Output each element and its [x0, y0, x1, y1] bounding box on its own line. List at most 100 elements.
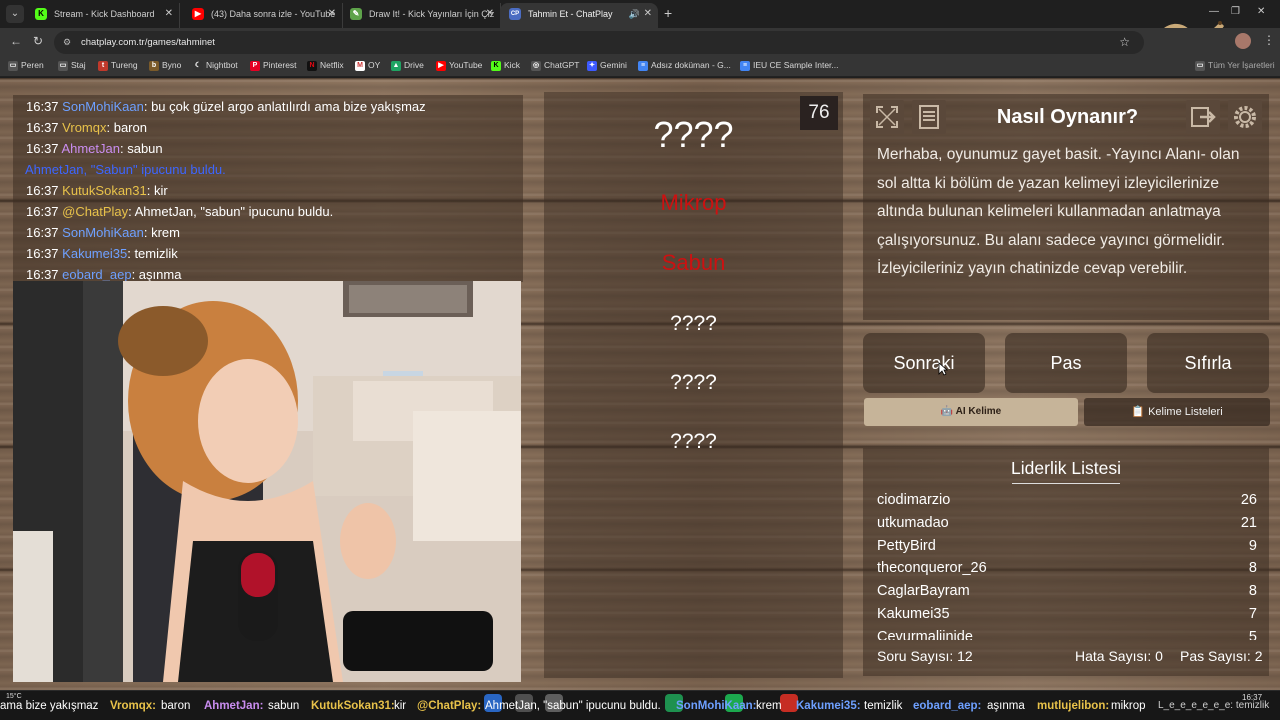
- bookmark-gemini[interactable]: ✦ Gemini: [587, 60, 627, 71]
- ticker-user: mutlujelibon:: [1037, 700, 1110, 712]
- bookmark-byno[interactable]: b Byno: [149, 60, 181, 71]
- bookmark-star-icon[interactable]: ☆: [1119, 31, 1130, 54]
- chat-message: 16:37 Kakumei35: temizlik: [26, 246, 178, 261]
- bookmark-youtube[interactable]: ▶ YouTube: [436, 60, 482, 71]
- profile-avatar[interactable]: [1235, 33, 1251, 49]
- bookmark-peren[interactable]: ▭ Peren: [8, 60, 44, 71]
- close-window-icon[interactable]: ✕: [1257, 6, 1265, 17]
- back-arrow-icon[interactable]: ←: [10, 34, 22, 48]
- hidden-clue-word: ????: [670, 430, 717, 453]
- leaderboard-row: ciodimarzio 26: [877, 492, 1257, 508]
- bookmark-chatgpt[interactable]: ◎ ChatGPT: [531, 60, 579, 71]
- close-icon[interactable]: ✕: [328, 3, 336, 25]
- docs-icon: ≡: [638, 61, 648, 71]
- mouse-cursor-icon: [938, 362, 948, 376]
- ticker-message: krem: [756, 700, 782, 712]
- netflix-icon: N: [307, 61, 317, 71]
- ticker-user: @ChatPlay:: [417, 700, 482, 712]
- ticker-message: aşınma: [987, 700, 1025, 712]
- chatgpt-icon: ◎: [531, 61, 541, 71]
- chat-feed: 16:37 SonMohiKaan: bu çok güzel argo anl…: [13, 95, 523, 283]
- tab-draw-it[interactable]: ✎ Draw It! - Kick Yayınları İçin Çiz ✕: [341, 3, 501, 28]
- kick-icon: K: [491, 61, 501, 71]
- chat-message: 16:37 KutukSokan31: kir: [26, 183, 168, 198]
- notes-icon[interactable]: [912, 100, 946, 134]
- tab-tahmin-et[interactable]: CP Tahmin Et - ChatPlay 🔊 ✕: [500, 3, 658, 28]
- site-info-icon[interactable]: ⚙: [63, 31, 71, 54]
- address-bar[interactable]: ⚙ chatplay.com.tr/games/tahminet ☆: [54, 31, 1144, 54]
- list-icon: 📋: [1131, 406, 1149, 418]
- chat-ticker: ama bize yakışmaz Vromqx: baron AhmetJan…: [0, 697, 1280, 717]
- bookmark-drive[interactable]: ▲ Drive: [391, 60, 424, 71]
- word-lists-tab[interactable]: 📋 Kelime Listeleri: [1084, 398, 1270, 426]
- kick-icon: K: [35, 8, 47, 20]
- ticker-message: mikrop: [1111, 700, 1146, 712]
- bookmark-pinterest[interactable]: P Pinterest: [250, 60, 297, 71]
- pass-button[interactable]: Pas: [1005, 333, 1127, 393]
- leaderboard-list[interactable]: ciodimarzio 26 utkumadao 21 PettyBird 9 the…: [863, 490, 1269, 640]
- bookmark-tureng[interactable]: t Tureng: [98, 60, 138, 71]
- minimize-icon[interactable]: —: [1209, 6, 1219, 17]
- divider: [1012, 483, 1120, 484]
- ticker-message: sabun: [268, 700, 300, 712]
- bookmark-ieu-ce[interactable]: ≡ IEU CE Sample Inter...: [740, 60, 839, 71]
- chat-message: 16:37 SonMohiKaan: krem: [26, 225, 180, 240]
- bookmark-kick[interactable]: K Kick: [491, 60, 520, 71]
- system-clock[interactable]: 16:37: [1242, 692, 1262, 703]
- fullscreen-icon[interactable]: [870, 100, 904, 134]
- speaker-icon[interactable]: 🔊: [629, 3, 640, 25]
- ticker-user: Vromqx:: [110, 700, 157, 712]
- ticker-message: kir: [394, 700, 407, 712]
- browser-toolbar: ← ↻ ⚙ chatplay.com.tr/games/tahminet ☆ ⋮: [0, 28, 1280, 57]
- bookmark-netflix[interactable]: N Netflix: [307, 60, 344, 71]
- drive-icon: ▲: [391, 61, 401, 71]
- leaderboard-row: utkumadao 21: [877, 515, 1257, 531]
- pass-count: Pas Sayısı: 2: [1180, 648, 1263, 664]
- exit-icon[interactable]: [1186, 100, 1220, 134]
- hidden-clue-word: ????: [670, 371, 717, 394]
- leaderboard-row: theconqueror_26 8: [877, 560, 1257, 576]
- bookmark-nightbot[interactable]: ☾ Nightbot: [193, 60, 238, 71]
- how-to-play-title: Nasıl Oynanır?: [996, 106, 1139, 128]
- youtube-icon: ▶: [192, 8, 204, 20]
- ticker-user: Kakumei35:: [796, 700, 861, 712]
- ai-word-tab[interactable]: 🤖 AI Kelime: [864, 398, 1078, 426]
- chatplay-icon: CP: [509, 8, 521, 20]
- close-icon[interactable]: ✕: [644, 3, 652, 25]
- url-text: chatplay.com.tr/games/tahminet: [81, 37, 215, 48]
- folder-icon: ▭: [1195, 61, 1205, 71]
- more-menu-icon[interactable]: ⋮: [1263, 33, 1275, 47]
- leaderboard-row: PettyBird 9: [877, 538, 1257, 554]
- new-tab-icon[interactable]: +: [664, 5, 672, 21]
- ticker-user: SonMohiKaan:: [676, 700, 757, 712]
- all-bookmarks[interactable]: ▭ Tüm Yer İşaretleri: [1195, 60, 1275, 71]
- how-to-play-text: Merhaba, oyunumuz gayet basit. -Yayıncı …: [877, 146, 1240, 277]
- bookmark-adsiz-dokuman[interactable]: ≡ Adsız doküman - G...: [638, 60, 731, 71]
- youtube-icon: ▶: [436, 61, 446, 71]
- next-button[interactable]: Sonraki: [863, 333, 985, 393]
- reset-button[interactable]: Sıfırla: [1147, 333, 1269, 393]
- chat-message: 16:37 @ChatPlay: AhmetJan, "sabun" ipucu…: [26, 204, 334, 219]
- ticker-user: KutukSokan31:: [311, 700, 395, 712]
- chat-message: 16:37 SonMohiKaan: bu çok güzel argo anl…: [26, 99, 426, 114]
- bookmark-staj[interactable]: ▭ Staj: [58, 60, 86, 71]
- reload-icon[interactable]: ↻: [33, 34, 43, 48]
- chat-message: 16:37 Vromqx: baron: [26, 120, 147, 135]
- close-icon[interactable]: ✕: [165, 3, 173, 25]
- folder-icon: ▭: [58, 61, 68, 71]
- bookmark-oy[interactable]: M OY: [355, 60, 380, 71]
- docs-icon: ≡: [740, 61, 750, 71]
- webcam-image: [13, 281, 521, 682]
- settings-gear-icon[interactable]: [1228, 100, 1262, 134]
- ai-robot-icon: 🤖: [940, 406, 956, 417]
- chat-message: 16:37 AhmetJan: sabun: [26, 141, 163, 156]
- maximize-icon[interactable]: ❐: [1231, 6, 1240, 17]
- leaderboard-row: Cevurmalijnide 5: [877, 629, 1257, 640]
- found-clue-word: Sabun: [661, 250, 726, 275]
- tab-youtube[interactable]: ▶ (43) Daha sonra izle - YouTube ✕: [183, 3, 343, 28]
- close-icon[interactable]: ✕: [486, 3, 494, 25]
- tureng-icon: t: [98, 61, 108, 71]
- ticker-message: temizlik: [864, 700, 903, 712]
- tab-kick-dashboard[interactable]: K Stream - Kick Dashboard ✕: [26, 3, 180, 28]
- tab-search-icon[interactable]: ⌄: [6, 5, 24, 23]
